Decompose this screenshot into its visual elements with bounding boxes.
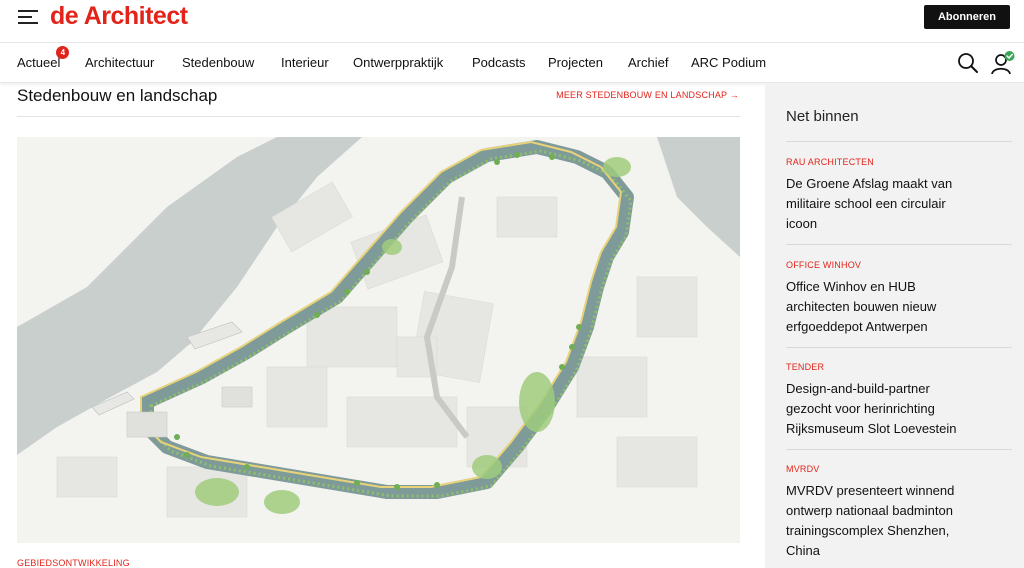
nav-item-archief[interactable]: Archief	[628, 55, 668, 70]
sidebar-article-headline[interactable]: De Groene Afslag maakt van militaire sch…	[786, 174, 976, 234]
sidebar-article-headline[interactable]: Design-and-build-partner gezocht voor he…	[786, 379, 976, 439]
nav-item-arc-podium[interactable]: ARC Podium	[691, 55, 766, 70]
nav-item-podcasts[interactable]: Podcasts	[472, 55, 525, 70]
sidebar-divider	[786, 141, 1012, 142]
site-logo[interactable]: de Architect	[50, 2, 188, 31]
nav-item-ontwerppraktijk[interactable]: Ontwerppraktijk	[353, 55, 443, 70]
menu-icon[interactable]	[18, 10, 38, 24]
sidebar-article-headline[interactable]: MVRDV presenteert winnend ontwerp nation…	[786, 481, 976, 561]
sidebar-divider	[786, 244, 1012, 245]
notification-badge: 4	[56, 46, 70, 59]
article-category[interactable]: GEBIEDSONTWIKKELING	[17, 558, 130, 568]
sidebar-article[interactable]: MVRDV MVRDV presenteert winnend ontwerp …	[786, 464, 976, 561]
sidebar-article[interactable]: OFFICE WINHOV Office Winhov en HUB archi…	[786, 260, 976, 337]
sidebar-article-headline[interactable]: Office Winhov en HUB architecten bouwen …	[786, 277, 976, 337]
top-bar: de Architect Abonneren	[0, 0, 1024, 40]
nav-item-label: Actueel	[17, 55, 61, 70]
more-link-label: MEER STEDENBOUW EN LANDSCHAP	[556, 90, 728, 100]
arrow-right-icon: →	[729, 90, 739, 100]
sidebar-net-binnen: Net binnen RAU ARCHITECTEN De Groene Afs…	[765, 83, 1024, 568]
sidebar-article[interactable]: RAU ARCHITECTEN De Groene Afslag maakt v…	[786, 157, 976, 234]
more-link[interactable]: MEER STEDENBOUW EN LANDSCHAP →	[556, 90, 739, 100]
sidebar-divider	[786, 449, 1012, 450]
nav-item-stedenbouw[interactable]: Stedenbouw	[182, 55, 254, 70]
sidebar-article[interactable]: TENDER Design-and-build-partner gezocht …	[786, 362, 976, 439]
sidebar-article-category[interactable]: OFFICE WINHOV	[786, 260, 976, 270]
urban-plan-map	[17, 137, 740, 543]
search-icon[interactable]	[957, 52, 979, 74]
sidebar-article-category[interactable]: TENDER	[786, 362, 976, 372]
nav-item-interieur[interactable]: Interieur	[281, 55, 329, 70]
hero-map-image[interactable]	[17, 137, 740, 543]
subscribe-button[interactable]: Abonneren	[923, 5, 1010, 29]
sidebar-article-category[interactable]: RAU ARCHITECTEN	[786, 157, 976, 167]
nav-item-projecten[interactable]: Projecten	[548, 55, 603, 70]
main-nav: Actueel 4 Architectuur Stedenbouw Interi…	[0, 43, 1024, 83]
nav-item-architectuur[interactable]: Architectuur	[85, 55, 154, 70]
user-icon[interactable]	[990, 50, 1016, 76]
section-divider	[17, 116, 740, 117]
sidebar-divider	[786, 347, 1012, 348]
sidebar-article-category[interactable]: MVRDV	[786, 464, 976, 474]
section-title: Stedenbouw en landschap	[17, 86, 218, 105]
nav-item-actueel[interactable]: Actueel 4	[17, 46, 70, 70]
sidebar-title: Net binnen	[786, 108, 859, 125]
check-icon	[1004, 51, 1015, 61]
